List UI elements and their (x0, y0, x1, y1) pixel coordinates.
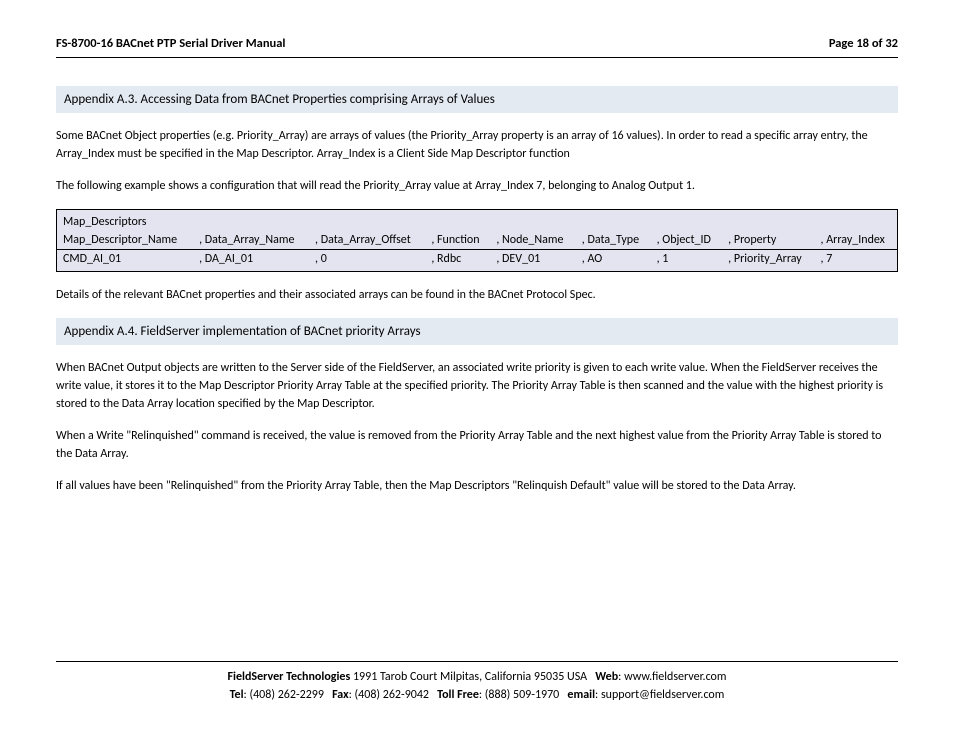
td-4: , DEV_01 (490, 250, 575, 268)
footer-email-label: email (567, 688, 595, 702)
td-2: , 0 (309, 250, 425, 268)
para-a4-2: When a Write "Relinquished" command is r… (56, 427, 898, 463)
section-heading-a4: Appendix A.4. FieldServer implementation… (56, 318, 898, 345)
th-6: , Object_ID (651, 231, 723, 249)
table-row: CMD_AI_01 , DA_AI_01 , 0 , Rdbc , DEV_01… (57, 250, 897, 268)
header-title: FS-8700-16 BACnet PTP Serial Driver Manu… (56, 36, 286, 51)
th-5: , Data_Type (576, 231, 651, 249)
td-6: , 1 (651, 250, 723, 268)
footer-fax-label: Fax (332, 688, 349, 702)
th-4: , Node_Name (490, 231, 575, 249)
para-a3-2: The following example shows a configurat… (56, 177, 898, 195)
td-5: , AO (576, 250, 651, 268)
footer-email: : support@fieldserver.com (595, 688, 724, 702)
th-1: , Data_Array_Name (193, 231, 309, 249)
footer-company: FieldServer Technologies (228, 670, 351, 684)
para-a4-3: If all values have been "Relinquished" f… (56, 477, 898, 495)
map-descriptors-table: Map_Descriptors Map_Descriptor_Name , Da… (56, 209, 898, 272)
para-a3-1: Some BACnet Object properties (e.g. Prio… (56, 127, 898, 163)
page-header: FS-8700-16 BACnet PTP Serial Driver Manu… (56, 36, 898, 58)
footer-tel: : (408) 262-2299 (244, 688, 324, 702)
td-8: , 7 (815, 250, 897, 268)
header-page: Page 18 of 32 (829, 36, 898, 51)
table-title: Map_Descriptors (57, 213, 897, 231)
table-header-row: Map_Descriptor_Name , Data_Array_Name , … (57, 231, 897, 249)
footer-toll: : (888) 509-1970 (479, 688, 559, 702)
para-after-table: Details of the relevant BACnet propertie… (56, 286, 898, 304)
page-footer: FieldServer Technologies 1991 Tarob Cour… (56, 661, 898, 704)
footer-web-label: Web (595, 670, 618, 684)
footer-toll-label: Toll Free (437, 688, 479, 702)
footer-fax: : (408) 262-9042 (349, 688, 429, 702)
th-7: , Property (722, 231, 814, 249)
section-heading-a3: Appendix A.3. Accessing Data from BACnet… (56, 86, 898, 113)
th-3: , Function (425, 231, 490, 249)
th-2: , Data_Array_Offset (309, 231, 425, 249)
th-0: Map_Descriptor_Name (57, 231, 193, 249)
footer-address: 1991 Tarob Court Milpitas, California 95… (353, 670, 587, 684)
footer-web: : www.fieldserver.com (618, 670, 726, 684)
th-8: , Array_Index (815, 231, 897, 249)
td-1: , DA_AI_01 (193, 250, 309, 268)
footer-tel-label: Tel (230, 688, 244, 702)
td-7: , Priority_Array (722, 250, 814, 268)
td-3: , Rdbc (425, 250, 490, 268)
para-a4-1: When BACnet Output objects are written t… (56, 359, 898, 413)
td-0: CMD_AI_01 (57, 250, 193, 268)
